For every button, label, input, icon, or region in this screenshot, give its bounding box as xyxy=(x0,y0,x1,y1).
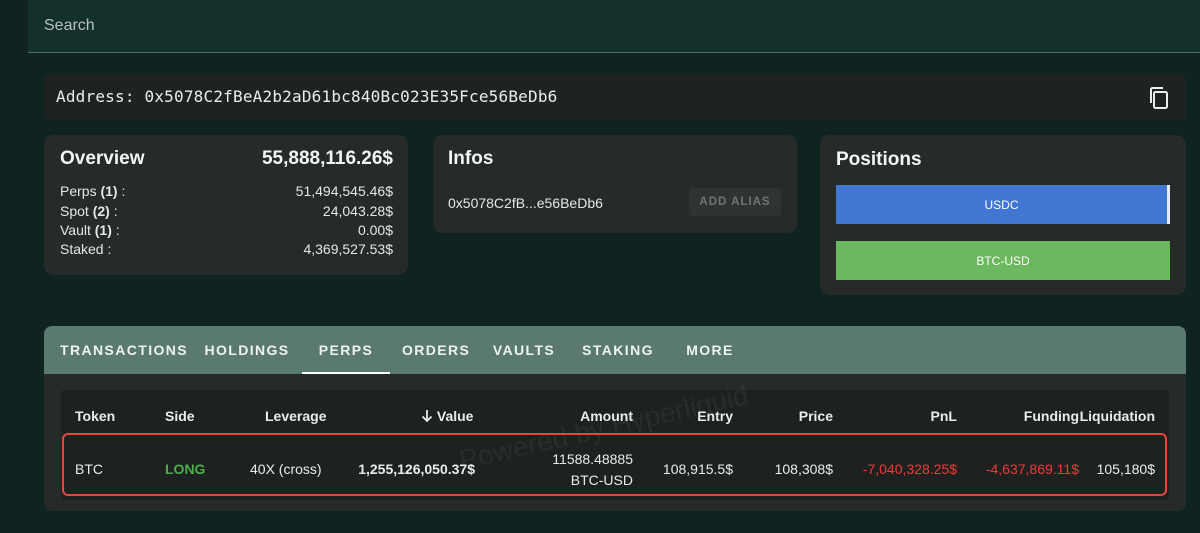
address-line: Address: 0x5078C2fBeA2b2aD61bc840Bc023E3… xyxy=(56,87,558,106)
header-entry[interactable]: Entry xyxy=(697,408,733,424)
tab-holdings[interactable]: HOLDINGS xyxy=(204,326,290,374)
row-value: 0.00$ xyxy=(357,222,393,238)
tab-transactions[interactable]: TRANSACTIONS xyxy=(60,326,187,374)
row-count: (2) xyxy=(92,203,110,219)
address-value: 0x5078C2fBeA2b2aD61bc840Bc023E35Fce56BeD… xyxy=(144,87,558,106)
row-count: (1) xyxy=(100,183,118,199)
tab-more[interactable]: MORE xyxy=(686,326,734,374)
row-count: (1) xyxy=(94,222,112,238)
tabs-panel: TRANSACTIONS HOLDINGS PERPS ORDERS VAULT… xyxy=(44,326,1186,511)
header-liquidation[interactable]: Liquidation xyxy=(1080,408,1155,424)
cell-amount-unit: BTC-USD xyxy=(570,472,633,488)
tab-staking[interactable]: STAKING xyxy=(582,326,654,374)
cell-price: 108,308$ xyxy=(774,461,833,477)
tab-orders[interactable]: ORDERS xyxy=(402,326,469,374)
short-address: 0x5078C2fB...e56BeDb6 xyxy=(448,195,603,211)
cell-liquidation: 105,180$ xyxy=(1096,461,1155,477)
header-leverage[interactable]: Leverage xyxy=(265,408,326,424)
positions-title: Positions xyxy=(836,149,922,170)
overview-row-staked: Staked : 4,369,527.53$ xyxy=(60,241,393,257)
header-pnl[interactable]: PnL xyxy=(931,408,957,424)
overview-row-perps: Perps (1) : 51,494,545.46$ xyxy=(60,183,393,199)
row-label: Perps xyxy=(60,183,97,199)
overview-row-vault: Vault (1) : 0.00$ xyxy=(60,222,393,238)
cell-funding: -4,637,869.11$ xyxy=(985,461,1079,477)
add-alias-button[interactable]: ADD ALIAS xyxy=(689,188,781,216)
header-amount[interactable]: Amount xyxy=(580,408,633,424)
address-label: Address: xyxy=(56,87,135,106)
arrow-down-icon xyxy=(421,408,433,424)
cell-leverage: 40X (cross) xyxy=(250,461,322,477)
row-value: 4,369,527.53$ xyxy=(303,241,393,257)
copy-icon[interactable] xyxy=(1148,86,1170,110)
cell-pnl: -7,040,328.25$ xyxy=(862,461,957,477)
tab-perps[interactable]: PERPS xyxy=(302,326,390,374)
infos-title: Infos xyxy=(448,148,494,169)
header-value[interactable]: Value xyxy=(421,408,473,424)
overview-row-spot: Spot (2) : 24,043.28$ xyxy=(60,203,393,219)
header-token[interactable]: Token xyxy=(75,408,115,424)
row-label: Spot xyxy=(60,203,89,219)
header-side[interactable]: Side xyxy=(165,408,195,424)
cell-side: LONG xyxy=(165,461,206,477)
overview-title: Overview xyxy=(60,148,145,169)
overview-card: Overview 55,888,116.26$ Perps (1) : 51,4… xyxy=(44,135,408,275)
cell-token: BTC xyxy=(75,461,103,477)
row-label: Staked xyxy=(60,241,104,257)
row-label: Vault xyxy=(60,222,91,238)
position-bar-usdc[interactable]: USDC xyxy=(836,185,1170,224)
perps-table: Powered by Hyperliquid Token Side Levera… xyxy=(61,379,1169,500)
row-value: 51,494,545.46$ xyxy=(295,183,393,199)
cell-value: 1,255,126,050.37$ xyxy=(358,461,475,477)
infos-card: Infos 0x5078C2fB...e56BeDb6 ADD ALIAS xyxy=(433,135,797,233)
search-input[interactable] xyxy=(44,14,644,38)
header-price[interactable]: Price xyxy=(799,408,833,424)
cell-amount: 11588.48885 xyxy=(552,451,633,467)
row-value: 24,043.28$ xyxy=(322,203,393,219)
header-funding[interactable]: Funding xyxy=(1024,408,1079,424)
position-bar-btc-usd[interactable]: BTC-USD xyxy=(836,241,1170,280)
tab-vaults[interactable]: VAULTS xyxy=(492,326,556,374)
positions-card: Positions USDC BTC-USD xyxy=(820,135,1186,295)
cell-entry: 108,915.5$ xyxy=(662,461,733,477)
tab-bar: TRANSACTIONS HOLDINGS PERPS ORDERS VAULT… xyxy=(44,326,1186,374)
address-card: Address: 0x5078C2fBeA2b2aD61bc840Bc023E3… xyxy=(44,74,1186,120)
overview-total: 55,888,116.26$ xyxy=(261,148,393,169)
search-bar xyxy=(28,0,1200,53)
